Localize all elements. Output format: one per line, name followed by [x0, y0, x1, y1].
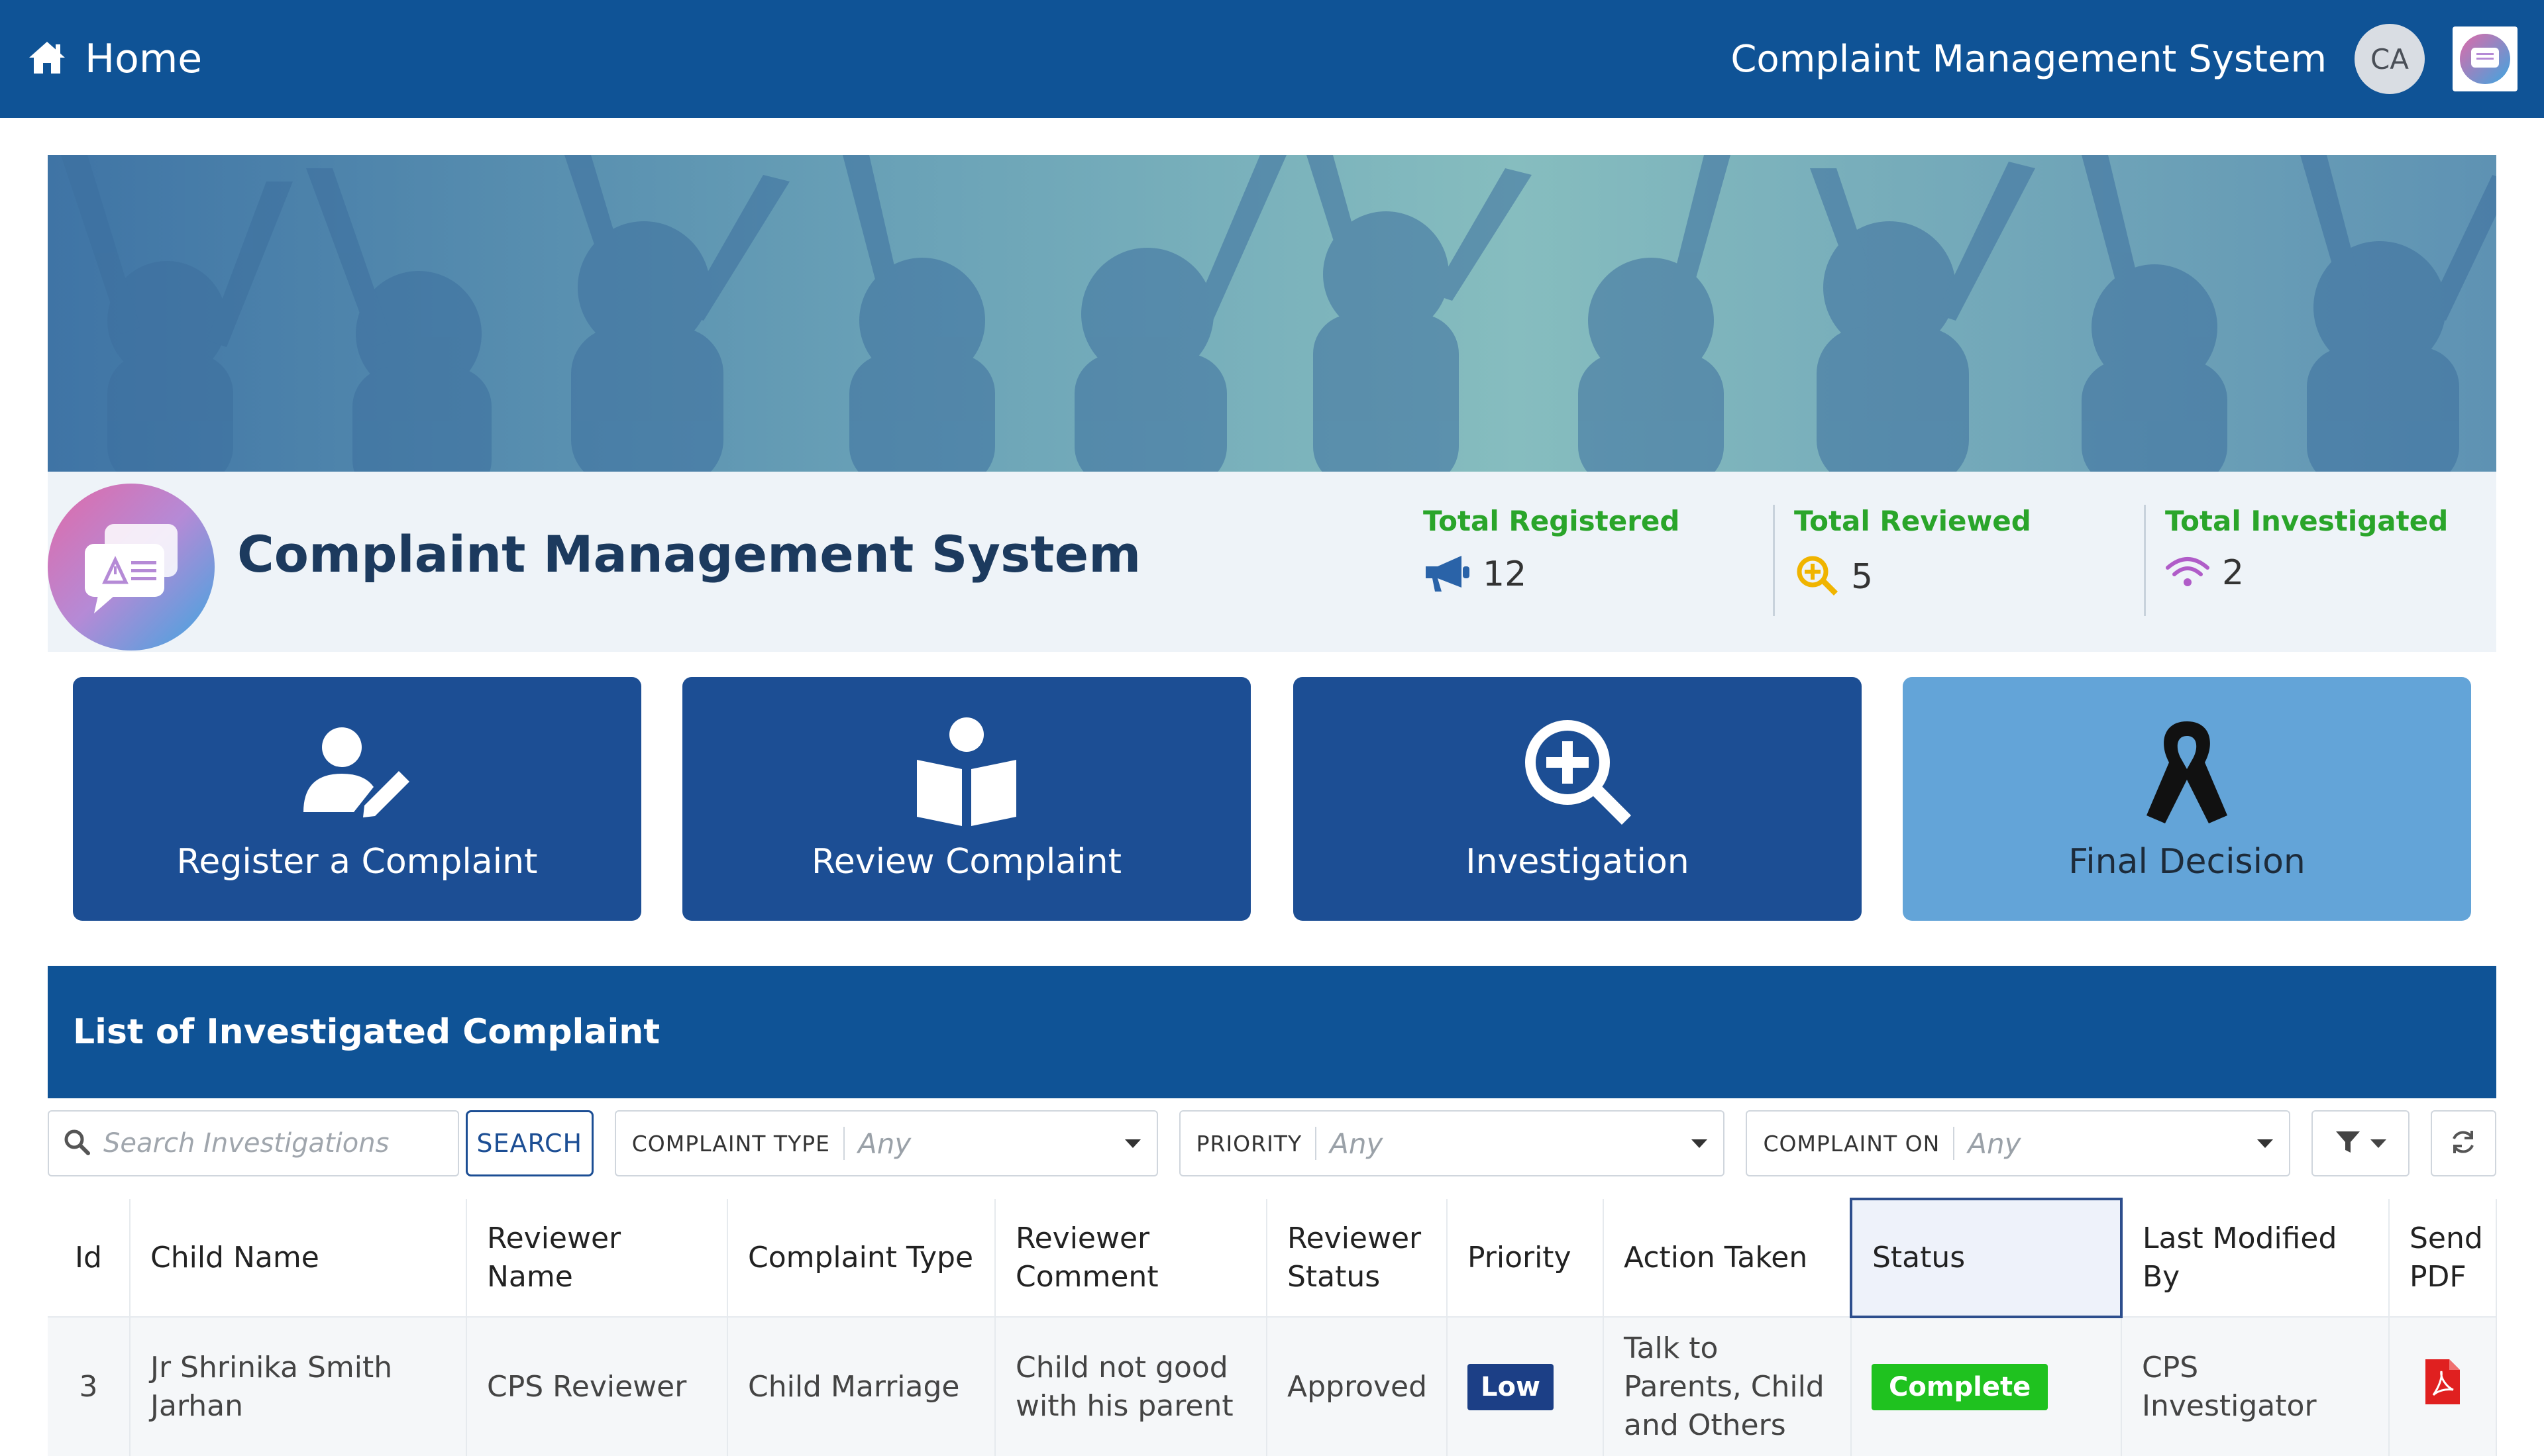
select-label: COMPLAINT ON [1763, 1130, 1940, 1157]
priority-badge: Low [1467, 1363, 1554, 1410]
cell-complaint-type: Child Marriage [727, 1317, 996, 1456]
select-label: COMPLAINT TYPE [631, 1130, 831, 1157]
priority-select[interactable]: PRIORITY Any [1179, 1110, 1725, 1176]
wifi-icon [2165, 553, 2210, 593]
search-input[interactable] [103, 1128, 448, 1159]
refresh-button[interactable] [2430, 1110, 2496, 1176]
home-icon [26, 39, 68, 79]
status-badge: Complete [1872, 1364, 2048, 1410]
select-value: Any [1330, 1127, 1383, 1160]
select-value: Any [858, 1127, 912, 1160]
cell-action-taken: Talk to Parents, Child and Others [1603, 1317, 1852, 1456]
cell-id: 3 [48, 1317, 131, 1456]
user-edit-icon [301, 716, 413, 829]
megaphone-icon [1423, 553, 1471, 596]
banner-image [48, 155, 2496, 472]
column-header[interactable]: Send PDF [2389, 1199, 2497, 1318]
filter-icon [2335, 1129, 2361, 1158]
search-icon [64, 1129, 90, 1158]
column-header[interactable]: Reviewer Status [1267, 1199, 1448, 1318]
investigation-tile[interactable]: Investigation [1293, 677, 1862, 921]
column-header-status[interactable]: Status [1850, 1198, 2123, 1318]
system-title: Complaint Management System [237, 525, 1141, 584]
list-header: List of Investigated Complaint [48, 966, 2496, 1098]
app-logo-icon[interactable] [2453, 26, 2518, 91]
column-header[interactable]: Child Name [130, 1199, 467, 1318]
home-label: Home [85, 36, 203, 82]
filter-button[interactable] [2311, 1110, 2410, 1176]
tile-label: Final Decision [2068, 842, 2306, 882]
complaint-type-select[interactable]: COMPLAINT TYPE Any [614, 1110, 1158, 1176]
chevron-down-icon [2370, 1139, 2386, 1148]
column-header[interactable]: Complaint Type [727, 1199, 996, 1318]
home-link[interactable]: Home [26, 36, 202, 82]
tile-label: Review Complaint [812, 842, 1122, 882]
chevron-down-icon [1124, 1139, 1141, 1148]
column-header[interactable]: Reviewer Name [466, 1199, 728, 1318]
complaint-on-select[interactable]: COMPLAINT ON Any [1746, 1110, 2291, 1176]
reader-icon [910, 716, 1023, 829]
cell-priority: Low [1447, 1317, 1604, 1456]
column-header[interactable]: Priority [1447, 1199, 1604, 1318]
select-value: Any [1968, 1127, 2021, 1160]
top-bar: Home Complaint Management System CA [0, 0, 2544, 118]
tile-label: Register a Complaint [176, 842, 538, 882]
review-complaint-tile[interactable]: Review Complaint [682, 677, 1251, 921]
complaint-table: Id Child Name Reviewer Name Complaint Ty… [48, 1198, 2497, 1456]
stat-total-registered: Total Registered 12 [1423, 505, 1754, 624]
cell-child-name: Jr Shrinika Smith Jarhan [130, 1317, 467, 1456]
cell-reviewer-comment: Child not good with his parent [995, 1317, 1267, 1456]
cell-reviewer-name: CPS Reviewer [466, 1317, 728, 1456]
stat-label: Total Registered [1423, 505, 1680, 537]
column-header[interactable]: Reviewer Comment [995, 1199, 1267, 1318]
stat-value: 12 [1483, 554, 1527, 594]
search-plus-icon [1794, 553, 1839, 601]
cell-status: Complete [1851, 1317, 2122, 1456]
stat-label: Total Investigated [2165, 505, 2449, 537]
refresh-icon [2449, 1128, 2477, 1159]
select-label: PRIORITY [1196, 1130, 1302, 1157]
app-title: Complaint Management System [1730, 37, 2327, 81]
stat-divider [2144, 505, 2146, 616]
register-complaint-tile[interactable]: Register a Complaint [73, 677, 641, 921]
search-button[interactable]: SEARCH [465, 1110, 594, 1176]
tile-label: Investigation [1465, 842, 1689, 882]
pdf-icon[interactable] [2423, 1359, 2463, 1413]
table-header-row: Id Child Name Reviewer Name Complaint Ty… [48, 1198, 2497, 1318]
column-header[interactable]: Id [48, 1199, 131, 1318]
stat-total-investigated: Total Investigated 2 [2165, 505, 2496, 624]
search-plus-icon [1521, 716, 1634, 829]
stat-value: 5 [1851, 557, 1874, 597]
search-box [48, 1110, 459, 1176]
user-avatar[interactable]: CA [2355, 24, 2425, 94]
cell-reviewer-status: Approved [1267, 1317, 1448, 1456]
column-header[interactable]: Last Modified By [2121, 1199, 2390, 1318]
cell-send-pdf [2389, 1317, 2497, 1456]
stat-divider [1773, 505, 1775, 616]
table-row[interactable]: 3 Jr Shrinika Smith Jarhan CPS Reviewer … [48, 1317, 2497, 1456]
crowd-silhouette-icon [61, 155, 2496, 472]
stat-total-reviewed: Total Reviewed 5 [1794, 505, 2125, 624]
final-decision-tile[interactable]: Final Decision [1903, 677, 2471, 921]
ribbon-icon [2137, 716, 2237, 829]
chevron-down-icon [1691, 1139, 1708, 1148]
chevron-down-icon [2257, 1139, 2274, 1148]
stat-label: Total Reviewed [1794, 505, 2031, 537]
complaint-logo-icon [48, 484, 215, 650]
stat-value: 2 [2222, 553, 2245, 593]
cell-last-modified-by: CPS Investigator [2121, 1317, 2390, 1456]
info-strip: Complaint Management System Total Regist… [48, 472, 2496, 652]
filter-bar: SEARCH COMPLAINT TYPE Any PRIORITY Any C… [48, 1110, 2496, 1176]
column-header[interactable]: Action Taken [1603, 1199, 1852, 1318]
